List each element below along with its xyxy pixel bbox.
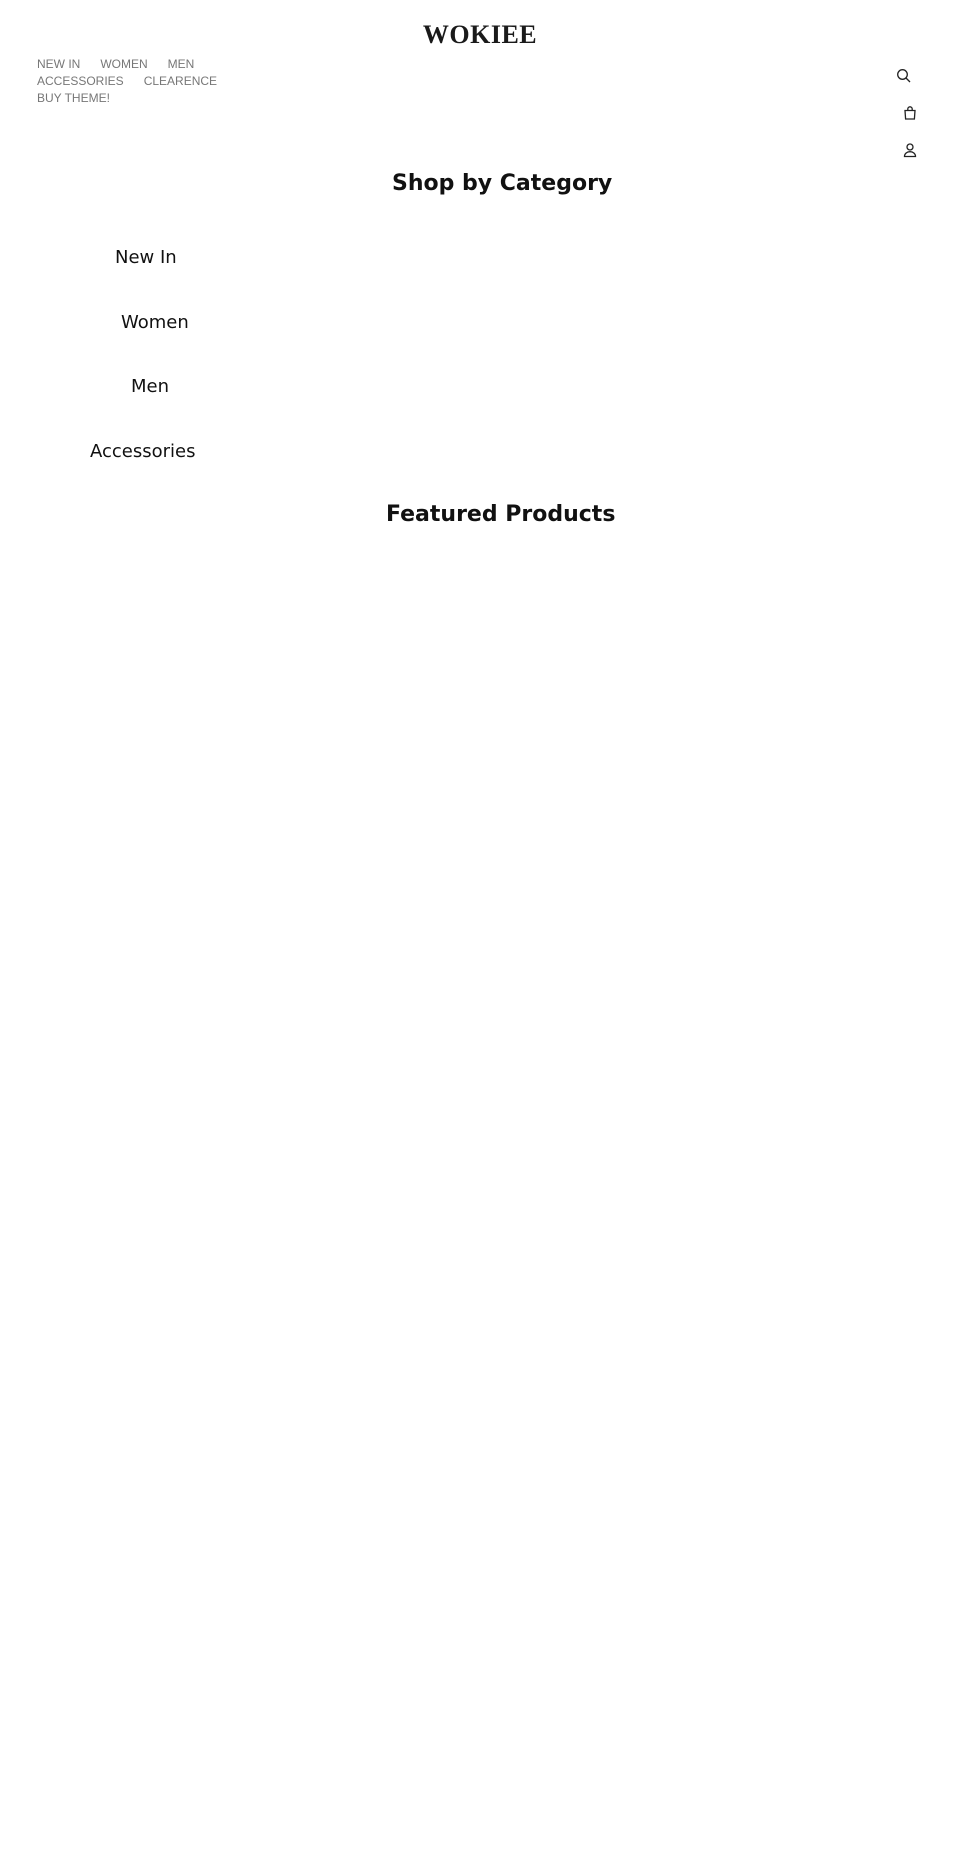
category-new-in[interactable]: New In <box>115 246 177 270</box>
account-icon[interactable] <box>902 142 918 158</box>
site-logo[interactable]: WOKIEE <box>0 20 960 50</box>
cart-icon[interactable] <box>902 105 918 121</box>
nav-row: BUY THEME! <box>37 90 277 107</box>
nav-item-accessories[interactable]: ACCESSORIES <box>37 73 124 90</box>
category-women[interactable]: Women <box>121 311 189 335</box>
search-icon[interactable] <box>896 68 912 84</box>
nav-item-buy-theme[interactable]: BUY THEME! <box>37 90 110 107</box>
nav-item-men[interactable]: MEN <box>168 56 195 73</box>
main-navigation: NEW IN WOMEN MEN ACCESSORIES CLEARENCE B… <box>37 56 277 107</box>
category-men[interactable]: Men <box>131 375 169 399</box>
nav-row: ACCESSORIES CLEARENCE <box>37 73 277 90</box>
category-accessories[interactable]: Accessories <box>90 440 196 464</box>
nav-item-clearence[interactable]: CLEARENCE <box>144 73 217 90</box>
nav-item-women[interactable]: WOMEN <box>100 56 147 73</box>
nav-item-new-in[interactable]: NEW IN <box>37 56 80 73</box>
nav-row: NEW IN WOMEN MEN <box>37 56 277 73</box>
